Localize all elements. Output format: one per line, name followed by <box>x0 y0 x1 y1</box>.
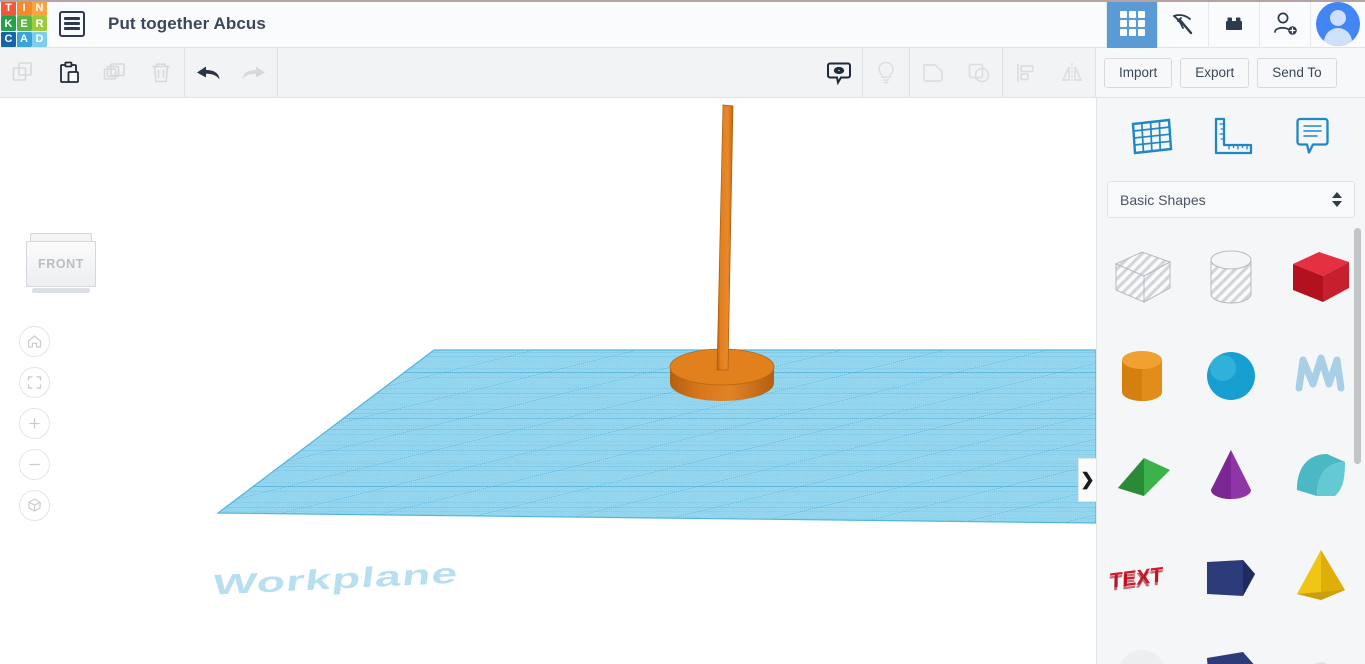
workplane-icon[interactable] <box>1125 111 1177 163</box>
page-title: Put together Abcus <box>108 13 266 33</box>
ruler-icon[interactable] <box>1205 111 1257 163</box>
redo-icon[interactable] <box>231 49 277 97</box>
shape-item-tube[interactable] <box>1187 626 1277 664</box>
shape-item-sphere[interactable] <box>1187 326 1277 426</box>
list-icon[interactable] <box>59 10 85 37</box>
ungroup-icon[interactable] <box>956 49 1002 97</box>
send-to-button[interactable]: Send To <box>1257 57 1337 88</box>
group-icon[interactable] <box>910 49 956 97</box>
add-person-icon[interactable] <box>1259 0 1310 48</box>
top-header-bar: T I N K E R C A D Put together Abcus <box>0 0 1365 48</box>
export-button[interactable]: Export <box>1180 57 1250 88</box>
panel-tool-icons <box>1097 98 1365 176</box>
view-cube-shadow <box>32 288 90 293</box>
shape-item-wedge[interactable] <box>1097 426 1187 526</box>
duplicate-icon[interactable] <box>92 49 138 97</box>
shape-item-scribble[interactable] <box>1276 326 1365 426</box>
shape-item-cylinder[interactable] <box>1097 326 1187 426</box>
view-note-icon[interactable] <box>816 49 862 97</box>
fit-to-view-button[interactable] <box>19 367 50 398</box>
header-accent-line <box>0 0 1365 2</box>
apps-grid-icon[interactable] <box>1106 0 1157 48</box>
perspective-toggle-button[interactable] <box>19 490 50 521</box>
view-cube-front-label[interactable]: FRONT <box>26 241 96 287</box>
logo-tile-c: C <box>1 31 16 47</box>
header-right-icons <box>1106 0 1365 48</box>
shape-grid: TEXT TEXT <box>1097 226 1365 664</box>
shape-item-text[interactable]: TEXT TEXT <box>1097 526 1187 626</box>
shape-item-cylinder-hole[interactable] <box>1187 226 1277 326</box>
delete-icon[interactable] <box>138 49 184 97</box>
logo-tile-k: K <box>1 16 16 31</box>
zoom-in-button[interactable] <box>19 408 50 439</box>
logo-tile-t: T <box>1 0 16 16</box>
logo-tile-r: R <box>32 16 47 31</box>
user-avatar-image <box>1316 1 1360 46</box>
logo-tile-n: N <box>32 0 47 16</box>
edit-toolbar <box>0 47 1096 98</box>
grid-glyph <box>1119 11 1145 36</box>
shapes-panel: Basic Shapes TEXT TEXT <box>1096 98 1365 664</box>
collapse-panel-chevron-icon[interactable]: ❯ <box>1078 458 1096 502</box>
note-icon[interactable] <box>1285 111 1337 163</box>
home-view-button[interactable] <box>19 326 50 357</box>
logo-tile-a: A <box>16 31 32 47</box>
view-navigation-buttons <box>19 326 50 521</box>
list-line <box>64 22 80 25</box>
lego-brick-icon[interactable] <box>1208 0 1259 48</box>
tinkercad-app: T I N K E R C A D Put together Abcus Imp… <box>0 0 1365 664</box>
chevron-updown-icon <box>1332 192 1342 207</box>
shape-item-polygon[interactable] <box>1187 526 1277 626</box>
undo-icon[interactable] <box>185 49 231 97</box>
import-button[interactable]: Import <box>1104 57 1173 88</box>
shape-category-value: Basic Shapes <box>1120 191 1206 208</box>
view-cube[interactable]: FRONT <box>26 233 96 295</box>
shape-item-pyramid[interactable] <box>1276 526 1365 626</box>
list-line <box>64 27 80 30</box>
logo-tile-e: E <box>16 16 32 31</box>
shape-item-box-hole[interactable] <box>1097 226 1187 326</box>
shape-category-select[interactable]: Basic Shapes <box>1107 181 1355 218</box>
workplane-svg <box>216 104 1096 524</box>
shape-item-cone[interactable] <box>1187 426 1277 526</box>
3d-canvas[interactable]: Workplane FRONT ❯ <box>0 98 1096 664</box>
pickaxe-icon[interactable] <box>1157 0 1208 48</box>
shape-item-roof[interactable] <box>1276 426 1365 526</box>
avatar-body <box>1324 27 1352 46</box>
list-line <box>64 17 80 20</box>
mirror-icon[interactable] <box>1049 49 1095 97</box>
avatar-head <box>1330 9 1346 26</box>
shapes-panel-scrollbar[interactable] <box>1354 228 1361 564</box>
paste-icon[interactable] <box>46 49 92 97</box>
shape-item-box[interactable] <box>1276 226 1365 326</box>
copy-icon[interactable] <box>0 49 46 97</box>
shape-item-paraboloid[interactable] <box>1276 626 1365 664</box>
align-icon[interactable] <box>1003 49 1049 97</box>
zoom-out-button[interactable] <box>19 449 50 480</box>
logo-tile-i: I <box>16 0 32 16</box>
toolbar-divider <box>277 47 278 98</box>
tinkercad-logo[interactable]: T I N K E R C A D <box>1 0 47 47</box>
logo-tile-d: D <box>32 31 47 47</box>
shape-item-half-sphere[interactable] <box>1097 626 1187 664</box>
avatar[interactable] <box>1310 0 1365 48</box>
scrollbar-thumb[interactable] <box>1354 228 1361 464</box>
lightbulb-icon[interactable] <box>863 49 909 97</box>
action-buttons-bar: Import Export Send To <box>1096 48 1365 98</box>
